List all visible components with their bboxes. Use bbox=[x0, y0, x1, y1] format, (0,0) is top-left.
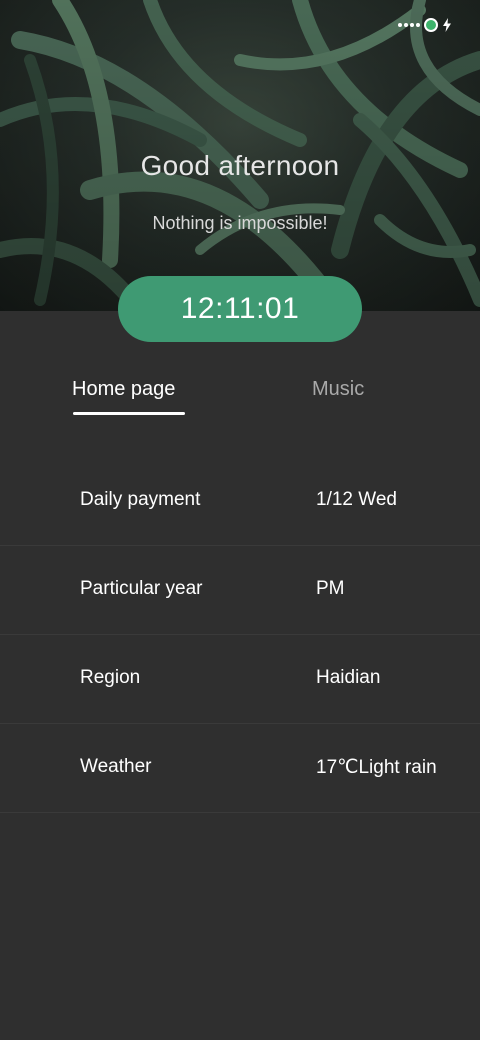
header-background-image: Good afternoon Nothing is impossible! bbox=[0, 0, 480, 311]
active-tab-indicator bbox=[73, 412, 185, 415]
tab-bar: Home page Music bbox=[0, 370, 480, 420]
info-value: Haidian bbox=[316, 667, 381, 688]
info-row-weather: Weather 17℃Light rain bbox=[0, 724, 480, 813]
info-row-particular-year: Particular year PM bbox=[0, 546, 480, 635]
info-value: PM bbox=[316, 578, 345, 599]
battery-icon bbox=[424, 18, 438, 32]
info-value: 1/12 Wed bbox=[316, 489, 397, 510]
info-row-region: Region Haidian bbox=[0, 635, 480, 724]
motto-text: Nothing is impossible! bbox=[152, 213, 328, 233]
info-value: 17℃Light rain bbox=[316, 757, 437, 778]
info-label: Particular year bbox=[80, 578, 203, 599]
info-label: Daily payment bbox=[80, 489, 201, 510]
clock-display: 12:11:01 bbox=[118, 276, 362, 342]
bolt-icon bbox=[443, 18, 451, 32]
status-bar bbox=[398, 18, 452, 32]
info-list: Daily payment 1/12 Wed Particular year P… bbox=[0, 457, 480, 813]
info-row-daily-payment: Daily payment 1/12 Wed bbox=[0, 457, 480, 546]
info-label: Weather bbox=[80, 756, 152, 777]
greeting-title: Good afternoon bbox=[140, 150, 340, 181]
info-label: Region bbox=[80, 667, 141, 688]
signal-dots-icon bbox=[398, 23, 420, 27]
tab-home-page[interactable]: Home page bbox=[72, 378, 175, 401]
tab-music[interactable]: Music bbox=[312, 378, 364, 401]
